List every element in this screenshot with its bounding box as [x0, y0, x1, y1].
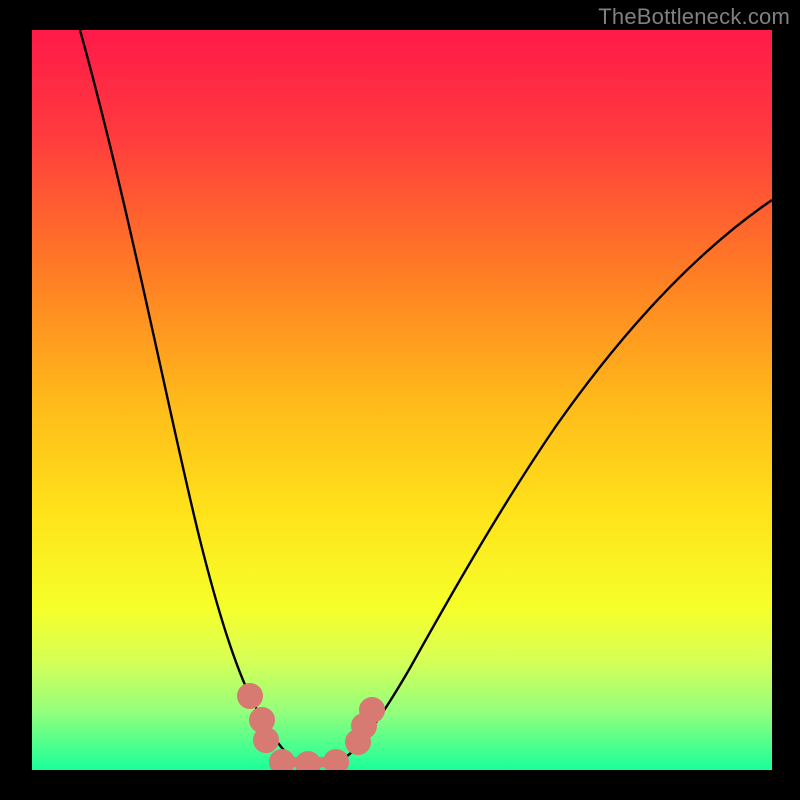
chart-frame: TheBottleneck.com: [0, 0, 800, 800]
plot-background: [32, 30, 772, 770]
watermark-text: TheBottleneck.com: [598, 4, 790, 30]
bottleneck-chart-svg: [0, 0, 800, 800]
